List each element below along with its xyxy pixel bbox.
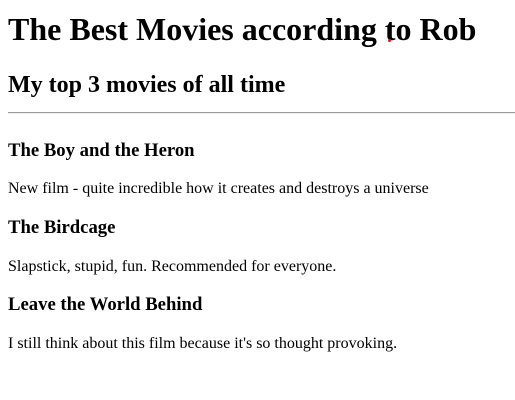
movie-title: The Birdcage [8, 217, 116, 238]
movie-description: New film - quite incredible how it creat… [8, 180, 429, 197]
movie-description: Slapstick, stupid, fun. Recommended for … [8, 258, 337, 275]
movie-description: I still think about this film because it… [8, 335, 398, 352]
page-title: The Best Movies according to Rob [8, 11, 477, 47]
page-subtitle: My top 3 movies of all time [8, 72, 286, 98]
movie-title: The Boy and the Heron [8, 140, 195, 161]
movie-title: Leave the World Behind [8, 294, 203, 315]
divider [8, 112, 515, 114]
cursor-dot [388, 39, 391, 42]
